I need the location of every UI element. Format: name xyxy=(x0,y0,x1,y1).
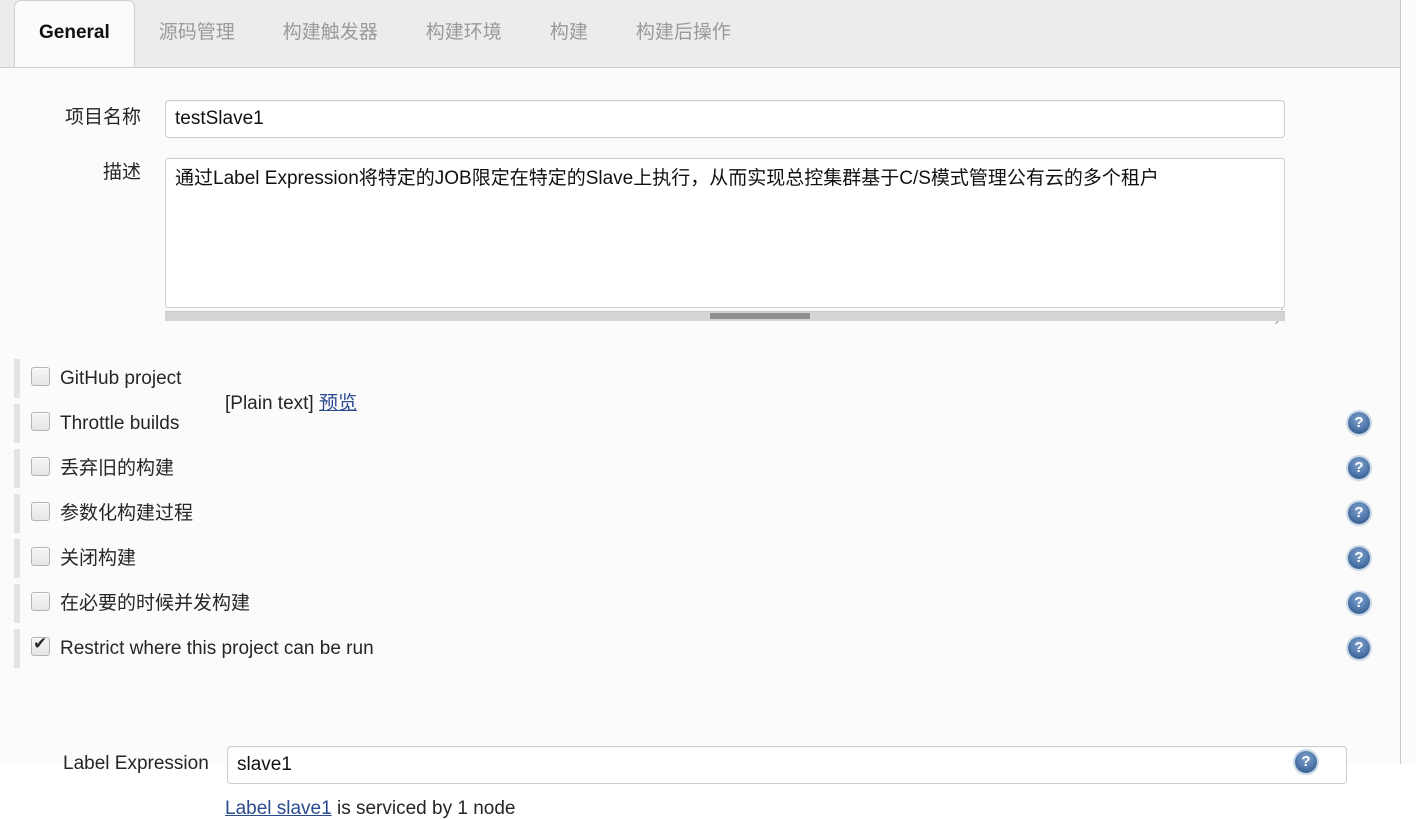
checkbox-option-6[interactable] xyxy=(31,635,50,656)
label-node-note-text: is serviced by 1 node xyxy=(331,798,516,819)
help-question-icon-option-2[interactable] xyxy=(1348,457,1370,479)
checkbox-label-option-1[interactable]: Throttle builds xyxy=(60,401,179,446)
tab-item-1[interactable]: 源码管理 xyxy=(135,0,259,68)
job-config-page: General 源码管理 构建触发器 构建环境 构建 构建后操作 项目名称 testSla… xyxy=(0,0,1416,819)
checkbox-option-2[interactable] xyxy=(31,457,50,476)
option-block-marker xyxy=(14,629,20,668)
description-label: 描述 xyxy=(102,162,141,183)
page-right-gutter xyxy=(1401,0,1416,764)
help-question-icon-option-5[interactable] xyxy=(1348,592,1370,614)
help-question-icon-label-expression[interactable] xyxy=(1295,751,1317,773)
checkbox-label-option-3[interactable]: 参数化构建过程 xyxy=(60,491,193,536)
label-expression-row: Label Expression slave1 xyxy=(0,746,1347,784)
description-horizontal-scrollbar[interactable] xyxy=(165,311,1285,321)
option-block-marker xyxy=(14,404,20,443)
option-block-marker xyxy=(14,494,20,533)
option-row: GitHub project xyxy=(0,356,1400,401)
checkbox-label-option-2[interactable]: 丢弃旧的构建 xyxy=(60,446,174,491)
option-block-marker xyxy=(14,584,20,623)
description-row: 描述 通过Label Expression将特定的JOB限定在特定的Slave上… xyxy=(0,158,1285,325)
project-name-row: 项目名称 testSlave1 xyxy=(0,100,1285,138)
description-textarea[interactable]: 通过Label Expression将特定的JOB限定在特定的Slave上执行，… xyxy=(165,158,1285,308)
checkbox-option-0[interactable] xyxy=(31,367,50,386)
checkbox-option-4[interactable] xyxy=(31,547,50,566)
checkbox-label-option-5[interactable]: 在必要的时候并发构建 xyxy=(60,581,250,626)
help-question-icon-option-4[interactable] xyxy=(1348,547,1370,569)
option-row: Restrict where this project can be run xyxy=(0,626,1400,671)
tab-item-4[interactable]: 构建 xyxy=(526,0,612,68)
label-expression-label: Label Expression xyxy=(63,753,209,774)
tab-general[interactable]: General xyxy=(14,0,135,69)
checkbox-label-option-0[interactable]: GitHub project xyxy=(60,356,181,401)
option-row: 在必要的时候并发构建 xyxy=(0,581,1400,626)
project-name-label: 项目名称 xyxy=(64,107,141,128)
checkbox-option-3[interactable] xyxy=(31,502,50,521)
help-question-icon-option-1[interactable] xyxy=(1348,412,1370,434)
help-question-icon-option-3[interactable] xyxy=(1348,502,1370,524)
label-expression-input[interactable]: slave1 xyxy=(227,746,1347,784)
option-block-marker xyxy=(14,539,20,578)
option-row: 丢弃旧的构建 xyxy=(0,446,1400,491)
option-row: Throttle builds xyxy=(0,401,1400,446)
config-tabs: General 源码管理 构建触发器 构建环境 构建 构建后操作 xyxy=(0,0,755,69)
option-row: 参数化构建过程 xyxy=(0,491,1400,536)
tab-item-3[interactable]: 构建环境 xyxy=(402,0,526,68)
config-content: 项目名称 testSlave1 描述 通过Label Expression将特定… xyxy=(0,68,1400,819)
checkbox-label-option-6[interactable]: Restrict where this project can be run xyxy=(60,626,374,671)
description-field-wrap: 通过Label Expression将特定的JOB限定在特定的Slave上执行，… xyxy=(165,158,1285,325)
checkbox-option-5[interactable] xyxy=(31,592,50,611)
option-block-marker xyxy=(14,359,20,398)
checkbox-option-1[interactable] xyxy=(31,412,50,431)
option-block-marker xyxy=(14,449,20,488)
option-row: 关闭构建 xyxy=(0,536,1400,581)
checkbox-label-option-4[interactable]: 关闭构建 xyxy=(60,536,136,581)
help-question-icon-option-6[interactable] xyxy=(1348,637,1370,659)
job-options-list: GitHub projectThrottle builds丢弃旧的构建参数化构建… xyxy=(0,356,1400,671)
description-scrollbar-thumb[interactable] xyxy=(710,313,810,319)
project-name-input[interactable]: testSlave1 xyxy=(165,100,1285,138)
label-node-link[interactable]: Label slave1 xyxy=(225,798,332,819)
config-tab-bar: General 源码管理 构建触发器 构建环境 构建 构建后操作 xyxy=(0,0,1400,69)
tab-item-2[interactable]: 构建触发器 xyxy=(259,0,402,68)
label-expression-note: Label slave1 is serviced by 1 node xyxy=(225,798,515,820)
tab-item-5[interactable]: 构建后操作 xyxy=(612,0,755,68)
